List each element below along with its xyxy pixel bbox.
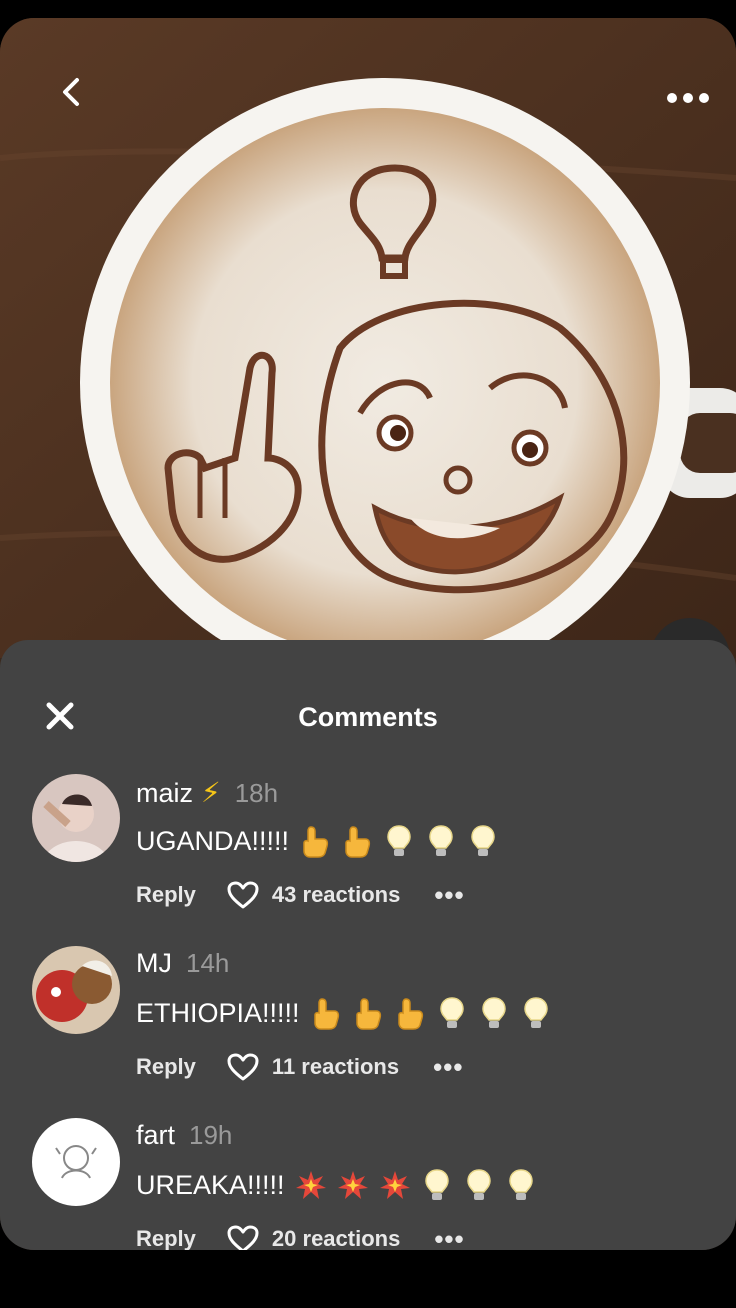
light-bulb-emoji-icon — [439, 997, 464, 1028]
timestamp: 19h — [189, 1120, 233, 1150]
lightning-badge-icon: ⚡ — [201, 777, 221, 808]
light-bulb-emoji-icon — [429, 825, 453, 856]
avatar[interactable] — [32, 774, 120, 862]
screen: Comments maiz ⚡ 18h UGANDA!!!!! Reply 43… — [0, 18, 736, 1250]
collision-emoji-icon — [337, 1171, 368, 1199]
comment-more-icon[interactable]: ••• — [434, 1226, 464, 1250]
heart-icon[interactable] — [226, 880, 260, 910]
comment-item: fart 19h UREAKA!!!!! Reply 20 reactions … — [0, 1118, 736, 1250]
pointing-up-emoji-icon — [303, 826, 329, 858]
username[interactable]: fart — [136, 1120, 175, 1151]
comment-item: MJ 14h ETHIOPIA!!!!! Reply 11 reactions … — [0, 946, 736, 1096]
pointing-up-emoji-icon — [355, 998, 381, 1030]
reactions-count[interactable]: 20 reactions — [272, 1226, 400, 1250]
light-bulb-emoji-icon — [471, 825, 495, 856]
comment-item: maiz ⚡ 18h UGANDA!!!!! Reply 43 reaction… — [0, 774, 736, 924]
sheet-title: Comments — [298, 702, 438, 732]
username[interactable]: maiz — [136, 778, 193, 809]
reply-button[interactable]: Reply — [136, 1226, 196, 1250]
avatar[interactable] — [32, 946, 120, 1034]
comment-body: ETHIOPIA!!!!! — [136, 997, 300, 1028]
light-bulb-emoji-icon — [508, 1169, 533, 1200]
pointing-up-emoji-icon — [397, 998, 423, 1030]
back-button[interactable] — [46, 66, 98, 118]
light-bulb-emoji-icon — [466, 1169, 491, 1200]
timestamp: 14h — [186, 948, 230, 978]
comment-more-icon[interactable]: ••• — [433, 1054, 463, 1080]
sheet-header: Comments — [0, 640, 736, 744]
post-photo — [0, 18, 736, 658]
reply-button[interactable]: Reply — [136, 1054, 196, 1080]
latte-art-image — [0, 18, 736, 658]
reply-button[interactable]: Reply — [136, 882, 196, 908]
light-bulb-emoji-icon — [481, 997, 506, 1028]
collision-emoji-icon — [295, 1171, 326, 1199]
more-options-button[interactable] — [658, 78, 718, 118]
reactions-count[interactable]: 43 reactions — [272, 882, 400, 908]
chevron-left-icon — [63, 78, 79, 106]
comment-text: UREAKA!!!!! — [136, 1168, 537, 1202]
pointing-up-emoji-icon — [313, 998, 339, 1030]
comments-sheet: Comments maiz ⚡ 18h UGANDA!!!!! Reply 43… — [0, 640, 736, 1250]
pointing-up-emoji-icon — [345, 826, 371, 858]
username[interactable]: MJ — [136, 948, 172, 979]
light-bulb-emoji-icon — [424, 1169, 449, 1200]
comment-more-icon[interactable]: ••• — [434, 882, 464, 908]
collision-emoji-icon — [379, 1171, 410, 1199]
comment-text: ETHIOPIA!!!!! — [136, 996, 552, 1030]
comment-text: UGANDA!!!!! — [136, 824, 499, 858]
comment-body: UREAKA!!!!! — [136, 1169, 285, 1200]
light-bulb-emoji-icon — [387, 825, 411, 856]
more-horizontal-icon — [667, 93, 709, 103]
avatar[interactable] — [32, 1118, 120, 1206]
heart-icon[interactable] — [226, 1052, 260, 1082]
timestamp: 18h — [234, 778, 279, 808]
light-bulb-emoji-icon — [523, 997, 548, 1028]
comment-body: UGANDA!!!!! — [136, 825, 290, 856]
heart-icon[interactable] — [226, 1224, 260, 1250]
reactions-count[interactable]: 11 reactions — [272, 1054, 399, 1080]
